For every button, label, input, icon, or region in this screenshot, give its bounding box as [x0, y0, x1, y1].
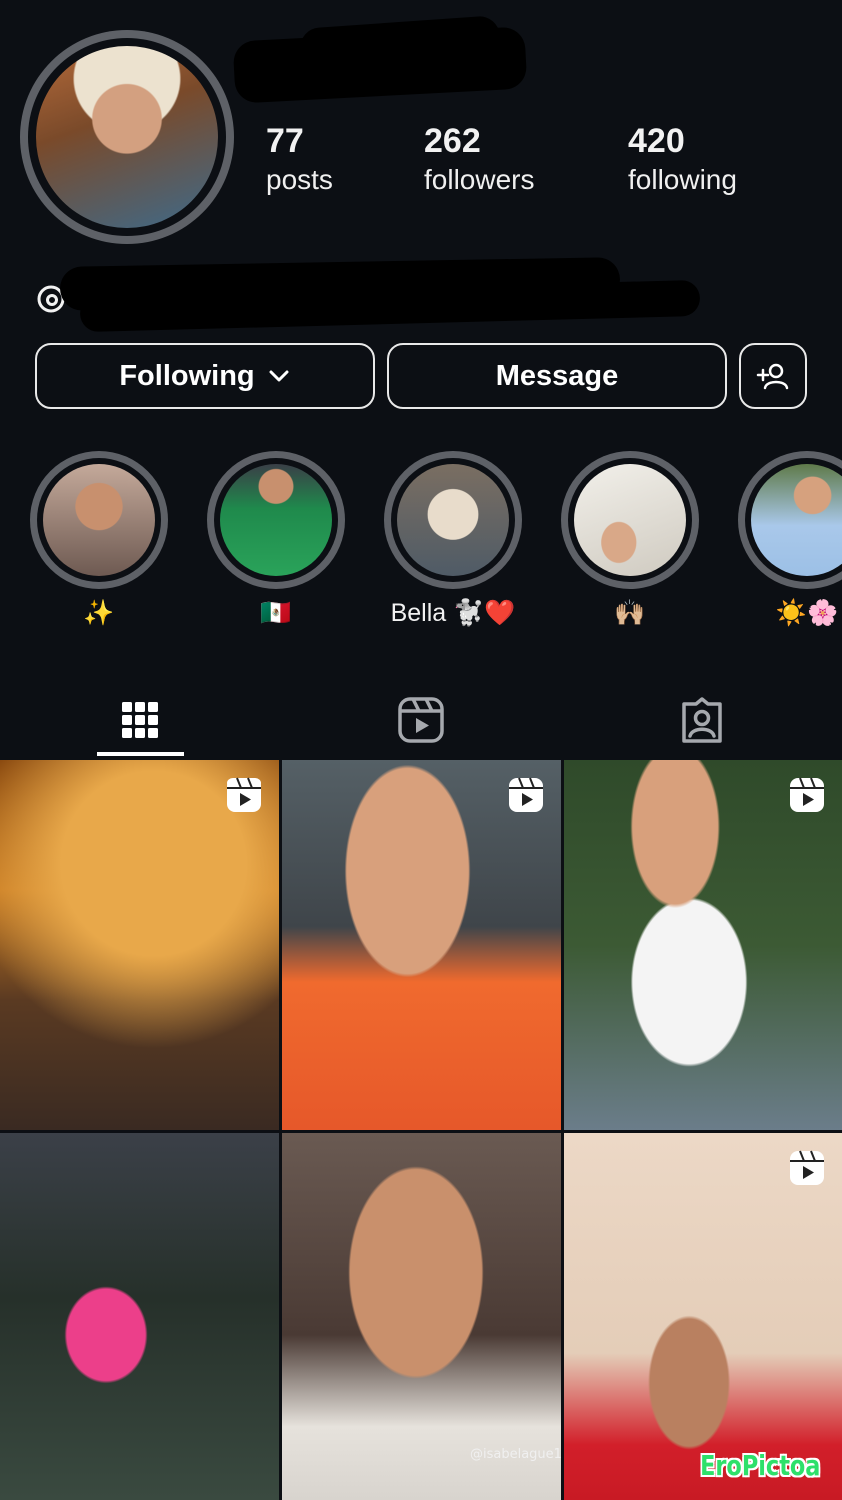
tagged-icon	[682, 697, 722, 743]
highlight-4[interactable]: 🙌🏼	[561, 451, 699, 627]
followers-label: followers	[424, 164, 535, 195]
suggest-user-button[interactable]	[739, 343, 807, 409]
highlight-label: 🇲🇽	[260, 599, 292, 627]
highlight-3[interactable]: Bella 🐩❤️	[384, 451, 522, 627]
highlight-label: ☀️🌸	[775, 599, 839, 627]
reel-badge-icon	[509, 777, 543, 812]
profile-avatar-ring[interactable]	[20, 30, 234, 244]
tab-posts-grid[interactable]	[95, 680, 185, 760]
chevron-down-icon	[269, 370, 289, 382]
watermark-logo: EroPictoa	[699, 1449, 820, 1482]
tab-tagged[interactable]	[657, 680, 747, 760]
highlight-ring	[30, 451, 168, 589]
highlight-2[interactable]: 🇲🇽	[207, 451, 345, 627]
reel-badge-icon	[790, 777, 824, 812]
posts-count: 77	[266, 122, 304, 160]
post-tile-6[interactable]: EroPictoa	[564, 1133, 842, 1500]
highlight-thumbnail	[220, 464, 332, 576]
highlight-thumbnail	[397, 464, 509, 576]
following-button[interactable]: Following	[35, 343, 375, 409]
active-tab-indicator	[97, 752, 184, 756]
followers-count: 262	[424, 122, 481, 160]
highlight-ring	[207, 451, 345, 589]
post-tile-5[interactable]: @isabelague1	[282, 1133, 561, 1500]
highlight-ring	[384, 451, 522, 589]
highlight-ring	[738, 451, 842, 589]
reels-icon	[398, 697, 444, 743]
highlight-ring	[561, 451, 699, 589]
post-tile-1[interactable]	[0, 760, 279, 1130]
tiktok-caption: @isabelague1	[470, 1447, 561, 1462]
post-tile-3[interactable]	[564, 760, 842, 1130]
stat-posts[interactable]: 77 posts	[266, 120, 333, 198]
highlight-5[interactable]: ☀️🌸	[738, 451, 842, 627]
following-label: following	[628, 164, 737, 195]
highlight-1[interactable]: ✨	[30, 451, 168, 627]
stat-following[interactable]: 420 following	[628, 120, 737, 198]
highlight-thumbnail	[43, 464, 155, 576]
tab-reels[interactable]	[376, 680, 466, 760]
grid-icon	[122, 702, 158, 738]
reel-badge-icon	[227, 777, 261, 812]
highlight-label: 🙌🏼	[614, 599, 646, 627]
following-count: 420	[628, 122, 685, 160]
profile-avatar[interactable]	[36, 46, 218, 228]
stat-followers[interactable]: 262 followers	[424, 120, 534, 198]
post-tile-2[interactable]	[282, 760, 561, 1130]
reel-badge-icon	[790, 1150, 824, 1185]
post-tile-4[interactable]	[0, 1133, 279, 1500]
message-button-label: Message	[495, 359, 619, 392]
highlight-thumbnail	[574, 464, 686, 576]
posts-label: posts	[266, 164, 333, 195]
message-button[interactable]: Message	[387, 343, 727, 409]
highlight-label: ✨	[83, 599, 115, 627]
following-button-label: Following	[119, 359, 255, 392]
add-user-icon	[756, 363, 789, 390]
highlight-label: Bella 🐩❤️	[390, 599, 516, 627]
